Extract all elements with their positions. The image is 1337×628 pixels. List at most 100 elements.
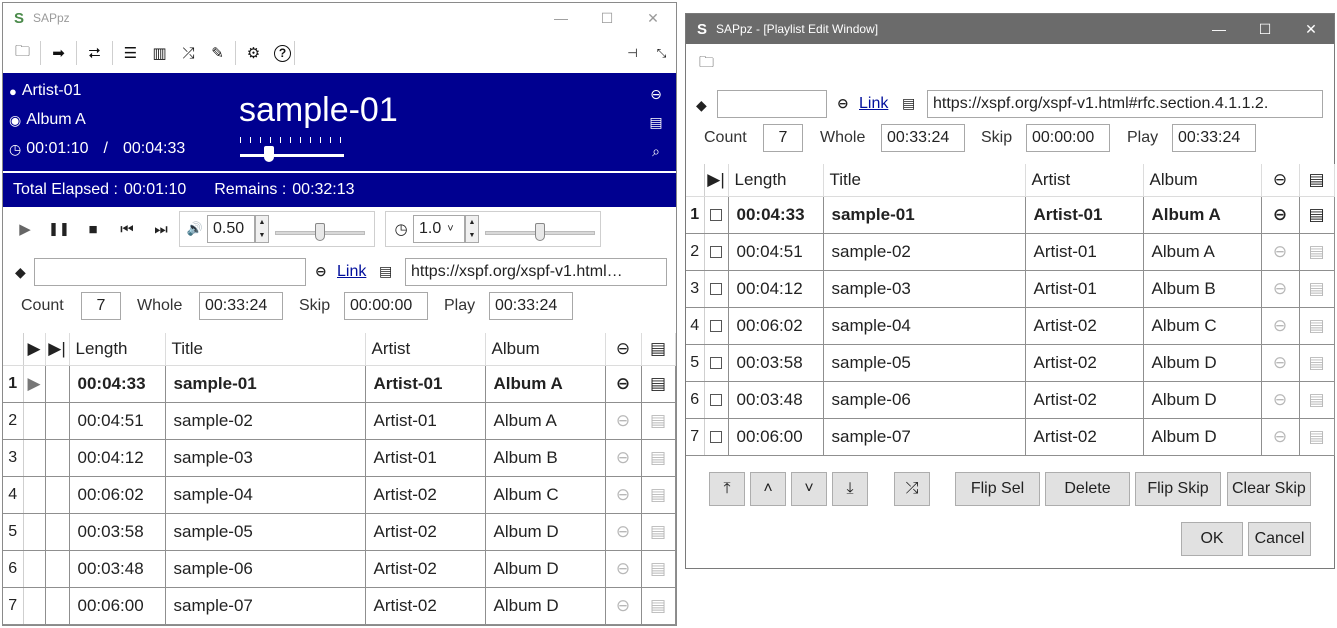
maximize-button[interactable]: ☐	[584, 3, 630, 33]
comment-icon[interactable]: ▤	[641, 550, 676, 588]
table-row[interactable]: 6 00:03:48 sample-06 Artist-02 Album D ⊖ ▤	[686, 381, 1335, 419]
columns-icon[interactable]: ▥	[145, 37, 174, 69]
speed-thumb[interactable]	[535, 223, 545, 241]
link-label[interactable]: Link	[859, 95, 888, 113]
speed-select[interactable]: 1.0 ˅	[413, 215, 465, 243]
minimize-button[interactable]: —	[1196, 14, 1242, 44]
link-icon[interactable]: ⊖	[605, 513, 642, 551]
shrink-icon[interactable]: ⤡	[647, 37, 676, 69]
link-label[interactable]: Link	[337, 263, 366, 281]
table-row[interactable]: 7 00:06:00 sample-07 Artist-02 Album D ⊖ ▤	[3, 587, 676, 625]
comment-icon[interactable]: ▤	[641, 439, 676, 477]
album-column-header[interactable]: Album	[485, 333, 606, 366]
link-icon[interactable]: ⊖	[605, 476, 642, 514]
comment-icon[interactable]: ▤	[1299, 196, 1335, 234]
flip-skip-button[interactable]: Flip Skip	[1135, 472, 1221, 506]
comment-icon[interactable]: ▤	[1299, 233, 1335, 271]
clear-skip-button[interactable]: Clear Skip	[1227, 472, 1311, 506]
shuffle-button[interactable]: ⤮	[894, 472, 930, 506]
table-row[interactable]: 2 00:04:51 sample-02 Artist-01 Album A ⊖ ▤	[3, 402, 676, 440]
repeat-icon[interactable]: ⮂	[80, 37, 109, 69]
table-row[interactable]: 5 00:03:58 sample-05 Artist-02 Album D ⊖ ▤	[686, 344, 1335, 382]
link-icon[interactable]: ⊖	[605, 550, 642, 588]
table-row[interactable]: 2 00:04:51 sample-02 Artist-01 Album A ⊖ ▤	[686, 233, 1335, 271]
play-column-header[interactable]: ▶	[23, 333, 46, 366]
skip-cell[interactable]	[45, 365, 70, 403]
playlist-url-field[interactable]: https://xspf.org/xspf-v1.html#rfc.sectio…	[927, 90, 1323, 118]
artist-column-header[interactable]: Artist	[365, 333, 486, 366]
volume-input[interactable]: 0.50	[207, 215, 255, 243]
playlist-url-field[interactable]: https://xspf.org/xspf-v1.html…	[405, 258, 667, 286]
table-row[interactable]: 4 00:06:02 sample-04 Artist-02 Album C ⊖ ▤	[686, 307, 1335, 345]
list-icon[interactable]: ☰	[116, 37, 145, 69]
minimize-button[interactable]: —	[538, 3, 584, 33]
length-column-header[interactable]: Length	[728, 164, 824, 197]
ok-button[interactable]: OK	[1181, 522, 1243, 556]
spin-up-icon[interactable]: ▲	[256, 216, 268, 229]
skip-checkbox[interactable]	[710, 431, 722, 444]
link-icon[interactable]: ⊖	[1261, 418, 1300, 456]
pause-button[interactable]: ❚❚	[45, 215, 73, 243]
close-button[interactable]: ✕	[630, 3, 676, 33]
link-icon[interactable]: ⊖	[605, 365, 642, 403]
volume-thumb[interactable]	[315, 223, 325, 241]
move-top-button[interactable]: ⤒	[709, 472, 745, 506]
next-track-button[interactable]: ⏭	[147, 215, 175, 243]
skip-cell[interactable]	[45, 476, 70, 514]
skip-checkbox[interactable]	[710, 209, 722, 222]
table-row[interactable]: 3 00:04:12 sample-03 Artist-01 Album B ⊖ ▤	[3, 439, 676, 477]
seek-thumb[interactable]	[264, 146, 275, 162]
skip-checkbox[interactable]	[710, 394, 722, 407]
comment-icon[interactable]: ▤	[1299, 381, 1335, 419]
play-button[interactable]: ▶	[11, 215, 39, 243]
length-column-header[interactable]: Length	[69, 333, 166, 366]
comment-column-header[interactable]: ▤	[1299, 164, 1335, 197]
link-icon[interactable]: ⊖	[1261, 344, 1300, 382]
search-icon[interactable]: ⌕	[646, 141, 666, 161]
link-icon[interactable]: ⊖	[605, 587, 642, 625]
spin-down-icon[interactable]: ▼	[466, 229, 478, 242]
link-icon[interactable]: ⊖	[1261, 270, 1300, 308]
skip-checkbox[interactable]	[710, 320, 722, 333]
shuffle-icon[interactable]: ⤮	[174, 37, 203, 69]
link-column-header[interactable]: ⊖	[1261, 164, 1300, 197]
comment-icon[interactable]: ▤	[1299, 418, 1335, 456]
comment-icon[interactable]: ▤	[1299, 307, 1335, 345]
link-icon[interactable]: ⊖	[646, 84, 666, 104]
playlist-name-input[interactable]	[717, 90, 827, 118]
comment-icon[interactable]: ▤	[1299, 270, 1335, 308]
skip-column-header[interactable]: ▶|	[45, 333, 70, 366]
maximize-button[interactable]: ☐	[1242, 14, 1288, 44]
speed-spinner[interactable]: ▲ ▼	[465, 215, 479, 243]
skip-checkbox[interactable]	[710, 283, 722, 296]
album-column-header[interactable]: Album	[1143, 164, 1262, 197]
seek-slider[interactable]	[240, 137, 344, 163]
link-icon[interactable]: ⊖	[1261, 307, 1300, 345]
skip-cell[interactable]	[45, 439, 70, 477]
comment-icon[interactable]: ▤	[646, 112, 666, 132]
table-row[interactable]: 4 00:06:02 sample-04 Artist-02 Album C ⊖ ▤	[3, 476, 676, 514]
move-down-button[interactable]: ˅	[791, 472, 827, 506]
spin-down-icon[interactable]: ▼	[256, 229, 268, 242]
table-row[interactable]: 1 ▶ 00:04:33 sample-01 Artist-01 Album A ⊖ ▤	[3, 365, 676, 403]
comment-icon[interactable]: ▤	[641, 587, 676, 625]
skip-checkbox[interactable]	[710, 357, 722, 370]
skip-cell[interactable]	[45, 550, 70, 588]
skip-column-header[interactable]: ▶|	[704, 164, 729, 197]
table-row[interactable]: 5 00:03:58 sample-05 Artist-02 Album D ⊖ ▤	[3, 513, 676, 551]
skip-cell[interactable]	[45, 513, 70, 551]
edit-pencil-icon[interactable]: ✎	[203, 37, 232, 69]
link-icon[interactable]: ⊖	[1261, 196, 1300, 234]
settings-gear-icon[interactable]: ⚙	[239, 37, 268, 69]
title-column-header[interactable]: Title	[823, 164, 1026, 197]
link-column-header[interactable]: ⊖	[605, 333, 642, 366]
comment-icon[interactable]: ▤	[641, 365, 676, 403]
table-row[interactable]: 1 00:04:33 sample-01 Artist-01 Album A ⊖ ▤	[686, 196, 1335, 234]
comment-column-header[interactable]: ▤	[641, 333, 676, 366]
title-column-header[interactable]: Title	[165, 333, 366, 366]
comment-icon[interactable]: ▤	[641, 402, 676, 440]
link-icon[interactable]: ⊖	[1261, 233, 1300, 271]
playlist-name-input[interactable]	[34, 258, 306, 286]
table-row[interactable]: 3 00:04:12 sample-03 Artist-01 Album B ⊖ ▤	[686, 270, 1335, 308]
comment-icon[interactable]: ▤	[641, 476, 676, 514]
